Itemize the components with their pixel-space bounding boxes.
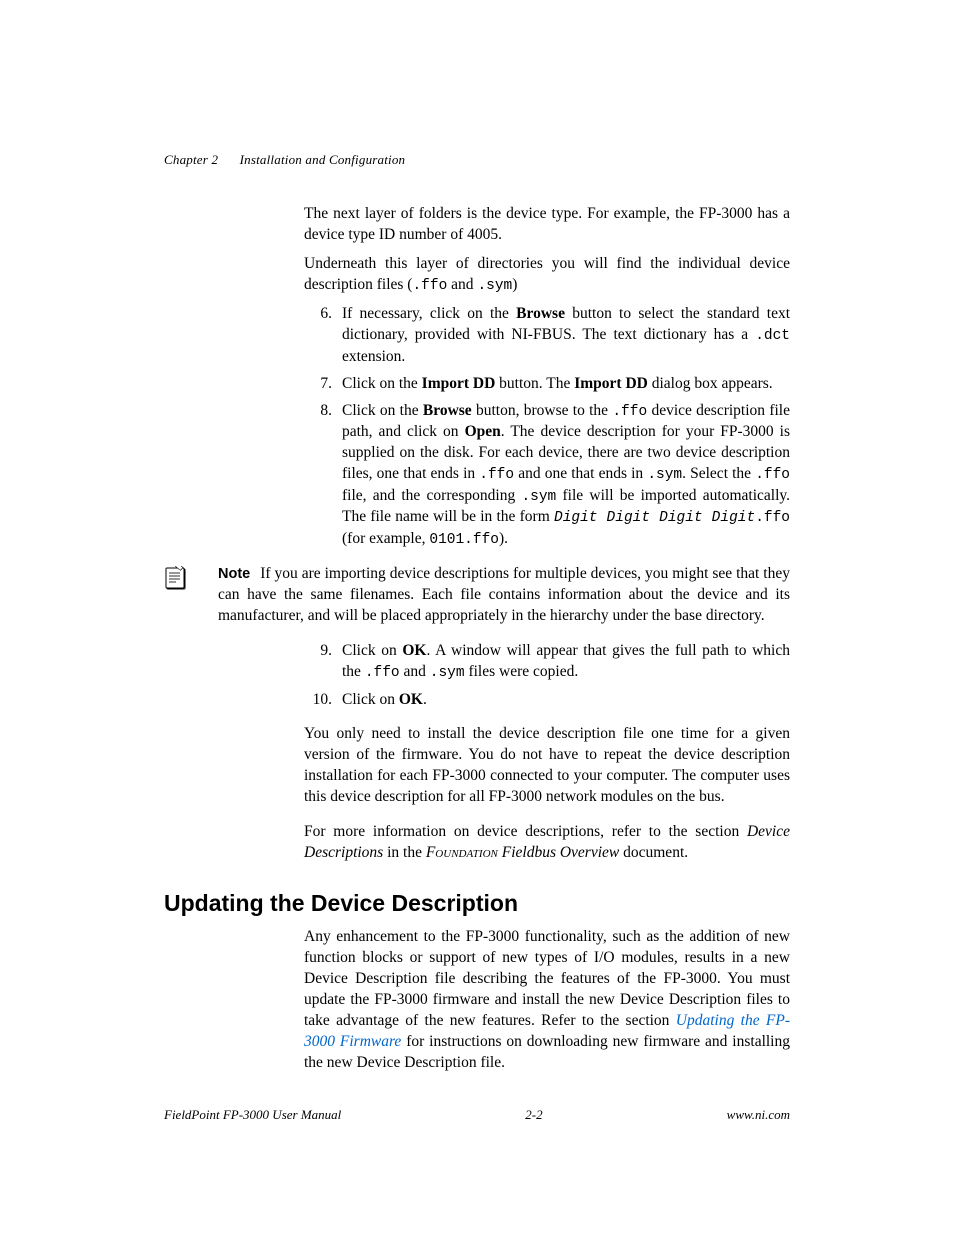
text: button, browse to the xyxy=(472,402,613,419)
text: button. The xyxy=(495,375,574,392)
code-text: Digit Digit Digit Digit xyxy=(554,510,755,526)
step-number: 6. xyxy=(304,304,342,367)
running-header: Chapter 2 Installation and Configuration xyxy=(164,152,790,168)
ui-label: OK xyxy=(402,642,426,659)
text: (for example, xyxy=(342,530,429,547)
chapter-number: Chapter 2 xyxy=(164,152,218,167)
text: If you are importing device descriptions… xyxy=(218,565,790,624)
code-text: .ffo xyxy=(412,278,447,294)
note-block: NoteIf you are importing device descript… xyxy=(158,564,790,627)
code-text: .sym xyxy=(647,467,682,483)
ordered-steps-cont: 9. Click on OK. A window will appear tha… xyxy=(304,641,790,710)
text: ). xyxy=(499,530,508,547)
paragraph: You only need to install the device desc… xyxy=(304,724,790,808)
text: . xyxy=(423,691,427,708)
note-icon xyxy=(158,564,212,592)
code-text: .dct xyxy=(755,328,790,344)
text: Click on xyxy=(342,642,402,659)
text: and xyxy=(447,276,477,293)
ui-label: Open xyxy=(465,423,501,440)
chapter-title: Installation and Configuration xyxy=(240,152,406,167)
footer-page-number: 2-2 xyxy=(525,1107,542,1123)
code-text: .sym xyxy=(477,278,512,294)
reference-title: Fieldbus Overview xyxy=(498,844,619,861)
text: and one that ends in xyxy=(514,465,647,482)
code-text: .ffo xyxy=(365,665,400,681)
page-body: Chapter 2 Installation and Configuration… xyxy=(0,0,954,1073)
text: ) xyxy=(512,276,517,293)
paragraph: Underneath this layer of directories you… xyxy=(304,254,790,296)
code-text: .sym xyxy=(521,489,556,505)
note-text: NoteIf you are importing device descript… xyxy=(218,564,790,627)
step-6: 6. If necessary, click on the Browse but… xyxy=(304,304,790,367)
code-text: .ffo xyxy=(755,510,790,526)
note-label: Note xyxy=(218,566,250,582)
text: For more information on device descripti… xyxy=(304,823,747,840)
step-number: 7. xyxy=(304,374,342,395)
step-text: Click on the Browse button, browse to th… xyxy=(342,401,790,551)
step-text: Click on OK. xyxy=(342,690,790,711)
text: You only need to install the device desc… xyxy=(304,725,790,805)
page-footer: FieldPoint FP-3000 User Manual 2-2 www.n… xyxy=(164,1107,790,1123)
text: extension. xyxy=(342,348,405,365)
paragraph: For more information on device descripti… xyxy=(304,822,790,864)
paragraph: The next layer of folders is the device … xyxy=(304,204,790,246)
text: If necessary, click on the xyxy=(342,305,516,322)
step-text: Click on OK. A window will appear that g… xyxy=(342,641,790,683)
step-9: 9. Click on OK. A window will appear tha… xyxy=(304,641,790,683)
ui-label: Browse xyxy=(423,402,472,419)
step-10: 10. Click on OK. xyxy=(304,690,790,711)
step-number: 9. xyxy=(304,641,342,683)
text: Click on the xyxy=(342,375,422,392)
code-text: .sym xyxy=(430,665,465,681)
step-7: 7. Click on the Import DD button. The Im… xyxy=(304,374,790,395)
step-text: Click on the Import DD button. The Impor… xyxy=(342,374,790,395)
reference-title: Foundation xyxy=(426,844,498,861)
ui-label: Import DD xyxy=(422,375,496,392)
step-number: 8. xyxy=(304,401,342,551)
intro-block: The next layer of folders is the device … xyxy=(304,204,790,296)
footer-url: www.ni.com xyxy=(727,1107,790,1123)
section-heading: Updating the Device Description xyxy=(164,890,790,917)
ui-label: OK xyxy=(399,691,423,708)
ordered-steps: 6. If necessary, click on the Browse but… xyxy=(304,304,790,550)
step-8: 8. Click on the Browse button, browse to… xyxy=(304,401,790,551)
code-text: .ffo xyxy=(755,467,790,483)
text: Underneath this layer of directories you… xyxy=(304,255,790,293)
text: files were copied. xyxy=(465,663,579,680)
text: Click on the xyxy=(342,402,423,419)
text: document. xyxy=(619,844,688,861)
ui-label: Browse xyxy=(516,305,565,322)
step-text: If necessary, click on the Browse button… xyxy=(342,304,790,367)
footer-manual-title: FieldPoint FP-3000 User Manual xyxy=(164,1107,341,1123)
code-text: .ffo xyxy=(612,404,647,420)
text: file, and the corresponding xyxy=(342,487,521,504)
text: Click on xyxy=(342,691,399,708)
ui-label: Import DD xyxy=(574,375,648,392)
step-number: 10. xyxy=(304,690,342,711)
code-text: .ffo xyxy=(479,467,514,483)
paragraph: Any enhancement to the FP-3000 functiona… xyxy=(304,927,790,1073)
text: The next layer of folders is the device … xyxy=(304,205,790,243)
text: . Select the xyxy=(682,465,755,482)
text: and xyxy=(400,663,430,680)
text: in the xyxy=(383,844,426,861)
code-text: 0101.ffo xyxy=(429,532,499,548)
text: dialog box appears. xyxy=(648,375,773,392)
